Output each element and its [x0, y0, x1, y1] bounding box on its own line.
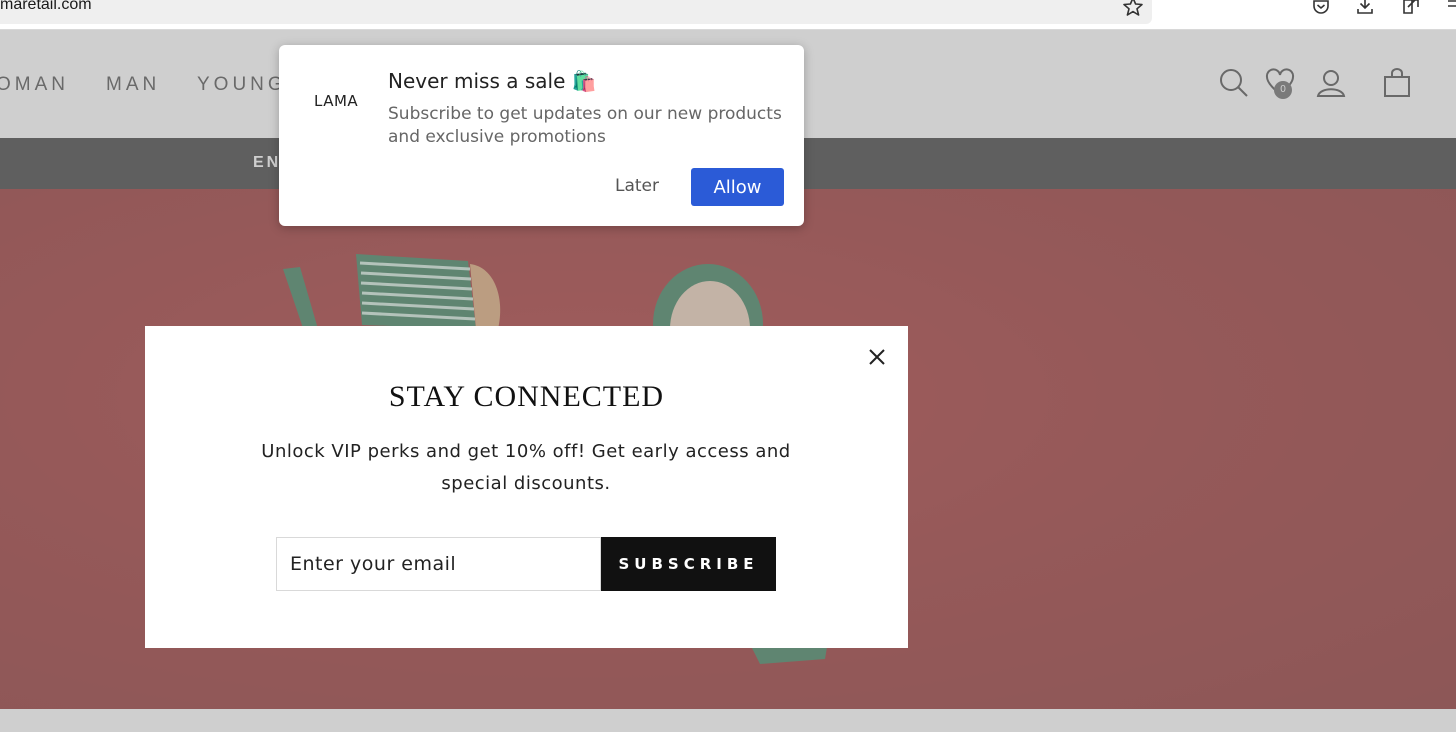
extensions-icon[interactable]	[1400, 0, 1422, 17]
push-notification-prompt: LAMA Never miss a sale 🛍️ Subscribe to g…	[279, 45, 804, 226]
allow-button[interactable]: Allow	[691, 168, 784, 206]
subscribe-button[interactable]: SUBSCRIBE	[601, 537, 776, 591]
modal-title: STAY CONNECTED	[388, 380, 665, 413]
email-field[interactable]	[276, 537, 601, 591]
later-button[interactable]: Later	[615, 176, 659, 196]
bookmark-star-icon[interactable]	[1121, 0, 1145, 19]
menu-icon[interactable]	[1446, 0, 1456, 17]
url-text[interactable]: maretail.com	[0, 0, 92, 14]
download-icon[interactable]	[1354, 0, 1376, 17]
push-prompt-title: Never miss a sale 🛍️	[388, 69, 597, 93]
modal-description: Unlock VIP perks and get 10% off! Get ea…	[261, 441, 791, 494]
close-icon	[869, 349, 885, 365]
pocket-icon[interactable]	[1310, 0, 1332, 17]
browser-toolbar: maretail.com	[0, 0, 1456, 30]
push-prompt-body: Subscribe to get updates on our new prod…	[388, 104, 782, 147]
newsletter-modal: STAY CONNECTED Unlock VIP perks and get …	[145, 326, 908, 648]
brand-logo: LAMA	[314, 92, 359, 110]
address-bar[interactable]: maretail.com	[0, 0, 1152, 24]
close-button[interactable]	[863, 343, 891, 371]
